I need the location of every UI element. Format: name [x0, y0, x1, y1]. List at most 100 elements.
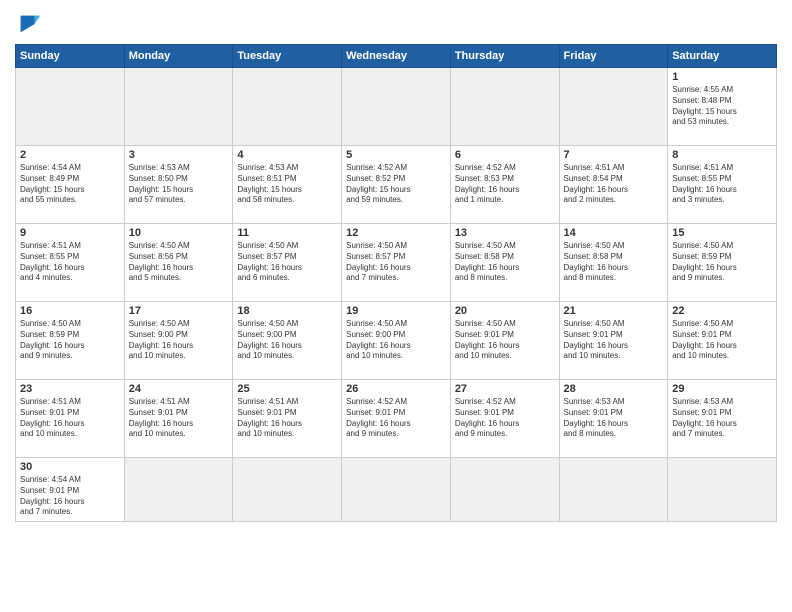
- calendar-cell: 26 Sunrise: 4:52 AM Sunset: 9:01 PM Dayli…: [342, 380, 451, 458]
- day-number: 16: [20, 305, 120, 317]
- calendar-cell: 17 Sunrise: 4:50 AM Sunset: 9:00 PM Dayli…: [124, 302, 233, 380]
- day-number: 21: [564, 305, 664, 317]
- day-number: 6: [455, 149, 555, 161]
- week-row-4: 16 Sunrise: 4:50 AM Sunset: 8:59 PM Dayli…: [16, 302, 777, 380]
- logo-icon: [15, 10, 43, 38]
- day-number: 10: [129, 227, 229, 239]
- day-number: 17: [129, 305, 229, 317]
- calendar-cell: 6Sunrise: 4:52 AM Sunset: 8:53 PM Daylig…: [450, 146, 559, 224]
- week-row-2: 2 Sunrise: 4:54 AM Sunset: 8:49 PM Daylig…: [16, 146, 777, 224]
- day-info: Sunrise: 4:53 AM Sunset: 9:01 PM Dayligh…: [672, 397, 772, 440]
- calendar-cell: 25Sunrise: 4:51 AM Sunset: 9:01 PM Dayli…: [233, 380, 342, 458]
- day-info: Sunrise: 4:52 AM Sunset: 8:52 PM Dayligh…: [346, 163, 446, 206]
- day-info: Sunrise: 4:53 AM Sunset: 9:01 PM Dayligh…: [564, 397, 664, 440]
- day-info: Sunrise: 4:54 AM Sunset: 8:49 PM Dayligh…: [20, 163, 120, 206]
- calendar-cell: [16, 68, 125, 146]
- calendar-cell: 28 Sunrise: 4:53 AM Sunset: 9:01 PM Dayli…: [559, 380, 668, 458]
- header-day-thursday: Thursday: [450, 45, 559, 68]
- day-info: Sunrise: 4:50 AM Sunset: 9:01 PM Dayligh…: [672, 319, 772, 362]
- day-number: 5: [346, 149, 446, 161]
- calendar-cell: 27Sunrise: 4:52 AM Sunset: 9:01 PM Dayli…: [450, 380, 559, 458]
- calendar-cell: 4 Sunrise: 4:53 AM Sunset: 8:51 PM Daylig…: [233, 146, 342, 224]
- day-info: Sunrise: 4:51 AM Sunset: 9:01 PM Dayligh…: [20, 397, 120, 440]
- calendar-cell: 16 Sunrise: 4:50 AM Sunset: 8:59 PM Dayli…: [16, 302, 125, 380]
- day-info: Sunrise: 4:50 AM Sunset: 8:59 PM Dayligh…: [20, 319, 120, 362]
- day-number: 27: [455, 383, 555, 395]
- calendar-cell: 23Sunrise: 4:51 AM Sunset: 9:01 PM Dayli…: [16, 380, 125, 458]
- calendar-cell: [342, 458, 451, 522]
- calendar-cell: 12 Sunrise: 4:50 AM Sunset: 8:57 PM Dayli…: [342, 224, 451, 302]
- calendar-cell: 9 Sunrise: 4:51 AM Sunset: 8:55 PM Daylig…: [16, 224, 125, 302]
- day-info: Sunrise: 4:50 AM Sunset: 9:00 PM Dayligh…: [346, 319, 446, 362]
- day-number: 19: [346, 305, 446, 317]
- day-info: Sunrise: 4:50 AM Sunset: 8:59 PM Dayligh…: [672, 241, 772, 284]
- day-number: 26: [346, 383, 446, 395]
- calendar-cell: 1 Sunrise: 4:55 AM Sunset: 8:48 PM Daylig…: [668, 68, 777, 146]
- day-number: 2: [20, 149, 120, 161]
- day-number: 4: [237, 149, 337, 161]
- calendar-cell: [233, 68, 342, 146]
- day-number: 14: [564, 227, 664, 239]
- calendar-cell: 10 Sunrise: 4:50 AM Sunset: 8:56 PM Dayli…: [124, 224, 233, 302]
- day-number: 9: [20, 227, 120, 239]
- calendar-body: 1 Sunrise: 4:55 AM Sunset: 8:48 PM Daylig…: [16, 68, 777, 522]
- header: [15, 10, 777, 38]
- day-number: 1: [672, 71, 772, 83]
- day-number: 25: [237, 383, 337, 395]
- day-info: Sunrise: 4:52 AM Sunset: 9:01 PM Dayligh…: [346, 397, 446, 440]
- day-number: 13: [455, 227, 555, 239]
- day-info: Sunrise: 4:51 AM Sunset: 8:54 PM Dayligh…: [564, 163, 664, 206]
- day-number: 12: [346, 227, 446, 239]
- header-day-sunday: Sunday: [16, 45, 125, 68]
- calendar-cell: [233, 458, 342, 522]
- calendar-cell: 11Sunrise: 4:50 AM Sunset: 8:57 PM Dayli…: [233, 224, 342, 302]
- day-info: Sunrise: 4:50 AM Sunset: 8:57 PM Dayligh…: [237, 241, 337, 284]
- day-info: Sunrise: 4:50 AM Sunset: 9:00 PM Dayligh…: [129, 319, 229, 362]
- calendar-cell: [559, 68, 668, 146]
- day-info: Sunrise: 4:50 AM Sunset: 9:00 PM Dayligh…: [237, 319, 337, 362]
- week-row-6: 30 Sunrise: 4:54 AM Sunset: 9:01 PM Dayli…: [16, 458, 777, 522]
- day-number: 29: [672, 383, 772, 395]
- week-row-1: 1 Sunrise: 4:55 AM Sunset: 8:48 PM Daylig…: [16, 68, 777, 146]
- calendar-cell: 21Sunrise: 4:50 AM Sunset: 9:01 PM Dayli…: [559, 302, 668, 380]
- calendar-header: SundayMondayTuesdayWednesdayThursdayFrid…: [16, 45, 777, 68]
- calendar-cell: [342, 68, 451, 146]
- calendar-cell: [450, 68, 559, 146]
- day-number: 30: [20, 461, 120, 473]
- calendar-cell: 29 Sunrise: 4:53 AM Sunset: 9:01 PM Dayli…: [668, 380, 777, 458]
- calendar-cell: 13 Sunrise: 4:50 AM Sunset: 8:58 PM Dayli…: [450, 224, 559, 302]
- calendar-cell: 7Sunrise: 4:51 AM Sunset: 8:54 PM Daylig…: [559, 146, 668, 224]
- calendar-cell: [450, 458, 559, 522]
- day-info: Sunrise: 4:54 AM Sunset: 9:01 PM Dayligh…: [20, 475, 120, 518]
- day-info: Sunrise: 4:53 AM Sunset: 8:50 PM Dayligh…: [129, 163, 229, 206]
- day-info: Sunrise: 4:55 AM Sunset: 8:48 PM Dayligh…: [672, 85, 772, 128]
- calendar-cell: [124, 458, 233, 522]
- calendar-cell: [559, 458, 668, 522]
- week-row-5: 23Sunrise: 4:51 AM Sunset: 9:01 PM Dayli…: [16, 380, 777, 458]
- day-info: Sunrise: 4:53 AM Sunset: 8:51 PM Dayligh…: [237, 163, 337, 206]
- day-number: 22: [672, 305, 772, 317]
- calendar-cell: 15 Sunrise: 4:50 AM Sunset: 8:59 PM Dayli…: [668, 224, 777, 302]
- header-day-saturday: Saturday: [668, 45, 777, 68]
- header-day-wednesday: Wednesday: [342, 45, 451, 68]
- header-day-tuesday: Tuesday: [233, 45, 342, 68]
- calendar-cell: 30 Sunrise: 4:54 AM Sunset: 9:01 PM Dayli…: [16, 458, 125, 522]
- day-number: 28: [564, 383, 664, 395]
- day-info: Sunrise: 4:50 AM Sunset: 8:56 PM Dayligh…: [129, 241, 229, 284]
- day-number: 15: [672, 227, 772, 239]
- page: SundayMondayTuesdayWednesdayThursdayFrid…: [0, 0, 792, 537]
- day-info: Sunrise: 4:50 AM Sunset: 8:58 PM Dayligh…: [455, 241, 555, 284]
- calendar-cell: 14Sunrise: 4:50 AM Sunset: 8:58 PM Dayli…: [559, 224, 668, 302]
- calendar-cell: 3Sunrise: 4:53 AM Sunset: 8:50 PM Daylig…: [124, 146, 233, 224]
- day-info: Sunrise: 4:50 AM Sunset: 9:01 PM Dayligh…: [455, 319, 555, 362]
- calendar-cell: 8 Sunrise: 4:51 AM Sunset: 8:55 PM Daylig…: [668, 146, 777, 224]
- day-info: Sunrise: 4:51 AM Sunset: 8:55 PM Dayligh…: [20, 241, 120, 284]
- calendar-cell: 19 Sunrise: 4:50 AM Sunset: 9:00 PM Dayli…: [342, 302, 451, 380]
- day-info: Sunrise: 4:50 AM Sunset: 8:57 PM Dayligh…: [346, 241, 446, 284]
- calendar-cell: 24Sunrise: 4:51 AM Sunset: 9:01 PM Dayli…: [124, 380, 233, 458]
- logo: [15, 10, 47, 38]
- day-info: Sunrise: 4:51 AM Sunset: 8:55 PM Dayligh…: [672, 163, 772, 206]
- day-number: 8: [672, 149, 772, 161]
- day-number: 20: [455, 305, 555, 317]
- header-day-monday: Monday: [124, 45, 233, 68]
